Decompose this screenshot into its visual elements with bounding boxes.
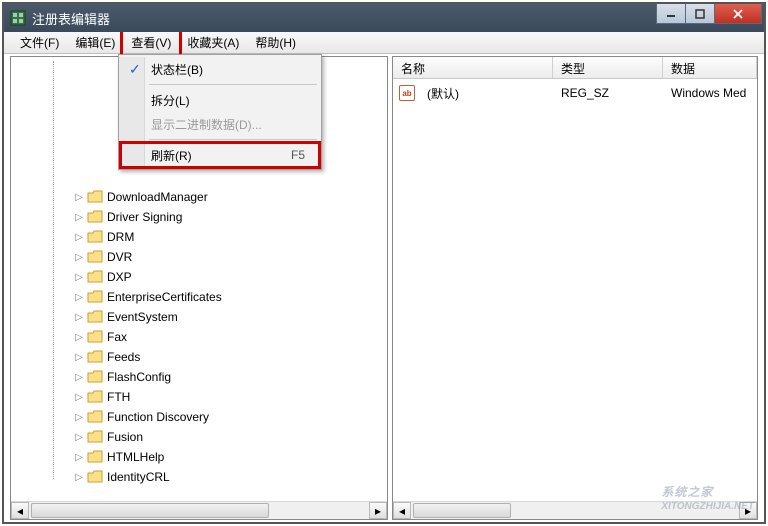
- folder-icon: [87, 270, 103, 284]
- expand-icon[interactable]: ▷: [71, 432, 87, 443]
- menu-file[interactable]: 文件(F): [12, 31, 67, 54]
- tree-item[interactable]: ▷Fax: [71, 327, 387, 347]
- scroll-track[interactable]: [29, 502, 369, 519]
- close-button[interactable]: [714, 4, 762, 24]
- scroll-track[interactable]: [411, 502, 739, 519]
- app-icon: [10, 10, 26, 26]
- tree-item[interactable]: ▷FlashConfig: [71, 367, 387, 387]
- tree-item[interactable]: ▷DVR: [71, 247, 387, 267]
- folder-icon: [87, 330, 103, 344]
- view-menu-dropdown: ✓ 状态栏(B) 拆分(L) 显示二进制数据(D)... 刷新(R) F5: [118, 54, 322, 170]
- folder-icon: [87, 210, 103, 224]
- values-pane: 名称 类型 数据 ab (默认) REG_SZ Windows Med ◂ ▸: [392, 56, 758, 520]
- tree-item[interactable]: ▷Fusion: [71, 427, 387, 447]
- expand-icon[interactable]: ▷: [71, 252, 87, 263]
- tree-item[interactable]: ▷IdentityCRL: [71, 467, 387, 487]
- tree-guide-line: [53, 61, 54, 479]
- tree-item[interactable]: ▷Function Discovery: [71, 407, 387, 427]
- folder-icon: [87, 450, 103, 464]
- folder-icon: [87, 410, 103, 424]
- menu-separator: [149, 84, 317, 85]
- expand-icon[interactable]: ▷: [71, 312, 87, 323]
- expand-icon[interactable]: ▷: [71, 192, 87, 203]
- col-data[interactable]: 数据: [663, 57, 757, 78]
- col-type[interactable]: 类型: [553, 57, 663, 78]
- folder-icon: [87, 390, 103, 404]
- cell-name: (默认): [419, 85, 553, 102]
- menu-bar: 文件(F) 编辑(E) 查看(V) 收藏夹(A) 帮助(H): [4, 32, 764, 54]
- col-name[interactable]: 名称: [393, 57, 553, 78]
- folder-icon: [87, 350, 103, 364]
- folder-icon: [87, 290, 103, 304]
- menu-separator: [149, 139, 317, 140]
- scroll-right-button[interactable]: ▸: [739, 502, 757, 519]
- expand-icon[interactable]: ▷: [71, 232, 87, 243]
- tree-item[interactable]: ▷Driver Signing: [71, 207, 387, 227]
- window-buttons: [657, 4, 762, 24]
- menu-split[interactable]: 拆分(L): [121, 88, 319, 112]
- cell-data: Windows Med: [663, 86, 757, 100]
- folder-icon: [87, 430, 103, 444]
- check-icon: ✓: [129, 61, 141, 78]
- tree-item[interactable]: ▷HTMLHelp: [71, 447, 387, 467]
- folder-icon: [87, 250, 103, 264]
- expand-icon[interactable]: ▷: [71, 352, 87, 363]
- tree-item[interactable]: ▷DXP: [71, 267, 387, 287]
- folder-icon: [87, 190, 103, 204]
- expand-icon[interactable]: ▷: [71, 452, 87, 463]
- shortcut-label: F5: [291, 148, 305, 162]
- expand-icon[interactable]: ▷: [71, 272, 87, 283]
- list-hscrollbar[interactable]: ◂ ▸: [393, 501, 757, 519]
- tree-item[interactable]: ▷FTH: [71, 387, 387, 407]
- string-value-icon: ab: [399, 85, 415, 101]
- folder-icon: [87, 470, 103, 484]
- menu-view[interactable]: 查看(V): [123, 31, 179, 54]
- tree-hscrollbar[interactable]: ◂ ▸: [11, 501, 387, 519]
- tree-item[interactable]: ▷DRM: [71, 227, 387, 247]
- cell-type: REG_SZ: [553, 86, 663, 100]
- menu-help[interactable]: 帮助(H): [247, 31, 304, 54]
- expand-icon[interactable]: ▷: [71, 292, 87, 303]
- folder-icon: [87, 370, 103, 384]
- menu-display-binary: 显示二进制数据(D)...: [121, 112, 319, 136]
- expand-icon[interactable]: ▷: [71, 472, 87, 483]
- menu-status-bar[interactable]: ✓ 状态栏(B): [121, 57, 319, 81]
- menu-edit[interactable]: 编辑(E): [67, 31, 123, 54]
- list-header: 名称 类型 数据: [393, 57, 757, 79]
- menu-refresh[interactable]: 刷新(R) F5: [121, 143, 319, 167]
- minimize-button[interactable]: [656, 4, 686, 24]
- folder-icon: [87, 230, 103, 244]
- scroll-left-button[interactable]: ◂: [393, 502, 411, 519]
- tree-item[interactable]: ▷EventSystem: [71, 307, 387, 327]
- title-bar: 注册表编辑器: [4, 4, 764, 32]
- menu-favorites[interactable]: 收藏夹(A): [179, 31, 247, 54]
- window-title: 注册表编辑器: [32, 9, 764, 28]
- scroll-right-button[interactable]: ▸: [369, 502, 387, 519]
- list-row[interactable]: ab (默认) REG_SZ Windows Med: [393, 83, 757, 103]
- expand-icon[interactable]: ▷: [71, 212, 87, 223]
- expand-icon[interactable]: ▷: [71, 412, 87, 423]
- expand-icon[interactable]: ▷: [71, 332, 87, 343]
- tree-item[interactable]: ▷Feeds: [71, 347, 387, 367]
- tree-item[interactable]: ▷EnterpriseCertificates: [71, 287, 387, 307]
- expand-icon[interactable]: ▷: [71, 372, 87, 383]
- scroll-thumb[interactable]: [413, 503, 511, 518]
- folder-icon: [87, 310, 103, 324]
- scroll-left-button[interactable]: ◂: [11, 502, 29, 519]
- scroll-thumb[interactable]: [31, 503, 269, 518]
- tree-item[interactable]: ▷DownloadManager: [71, 187, 387, 207]
- expand-icon[interactable]: ▷: [71, 392, 87, 403]
- maximize-button[interactable]: [685, 4, 715, 24]
